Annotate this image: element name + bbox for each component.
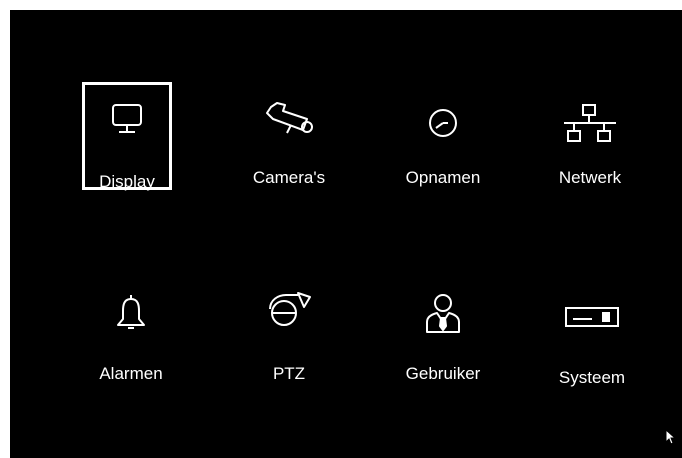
menu-item-label: Systeem: [558, 368, 626, 387]
menu-item-label: Alarmen: [99, 364, 163, 383]
menu-item-gebruiker[interactable]: Gebruiker: [383, 288, 503, 398]
main-menu-screen: Display Camera's Opnamen Netwerk Alarmen…: [10, 10, 682, 458]
menu-item-opnamen[interactable]: Opnamen: [383, 92, 503, 202]
menu-item-label: PTZ: [272, 364, 306, 383]
mouse-pointer-icon: [665, 428, 677, 450]
clock-icon: [383, 100, 503, 146]
menu-item-cameras[interactable]: Camera's: [229, 92, 349, 202]
camera-icon: [229, 96, 349, 142]
menu-item-label: Display: [99, 172, 155, 191]
menu-item-label: Opnamen: [405, 168, 481, 187]
user-icon: [383, 290, 503, 336]
ptz-camera-icon: [229, 288, 349, 334]
menu-item-label: Camera's: [252, 168, 326, 187]
dvr-device-icon: [532, 294, 652, 340]
menu-item-netwerk[interactable]: Netwerk: [530, 92, 650, 202]
bell-icon: [71, 290, 191, 336]
menu-item-ptz[interactable]: PTZ: [229, 288, 349, 398]
menu-item-label: Gebruiker: [405, 364, 481, 383]
menu-item-display[interactable]: Display: [67, 92, 187, 202]
menu-item-label: Netwerk: [558, 168, 622, 187]
menu-item-systeem[interactable]: Systeem: [532, 288, 652, 398]
menu-item-alarmen[interactable]: Alarmen: [71, 288, 191, 398]
monitor-icon: [67, 96, 187, 142]
network-icon: [530, 100, 650, 146]
